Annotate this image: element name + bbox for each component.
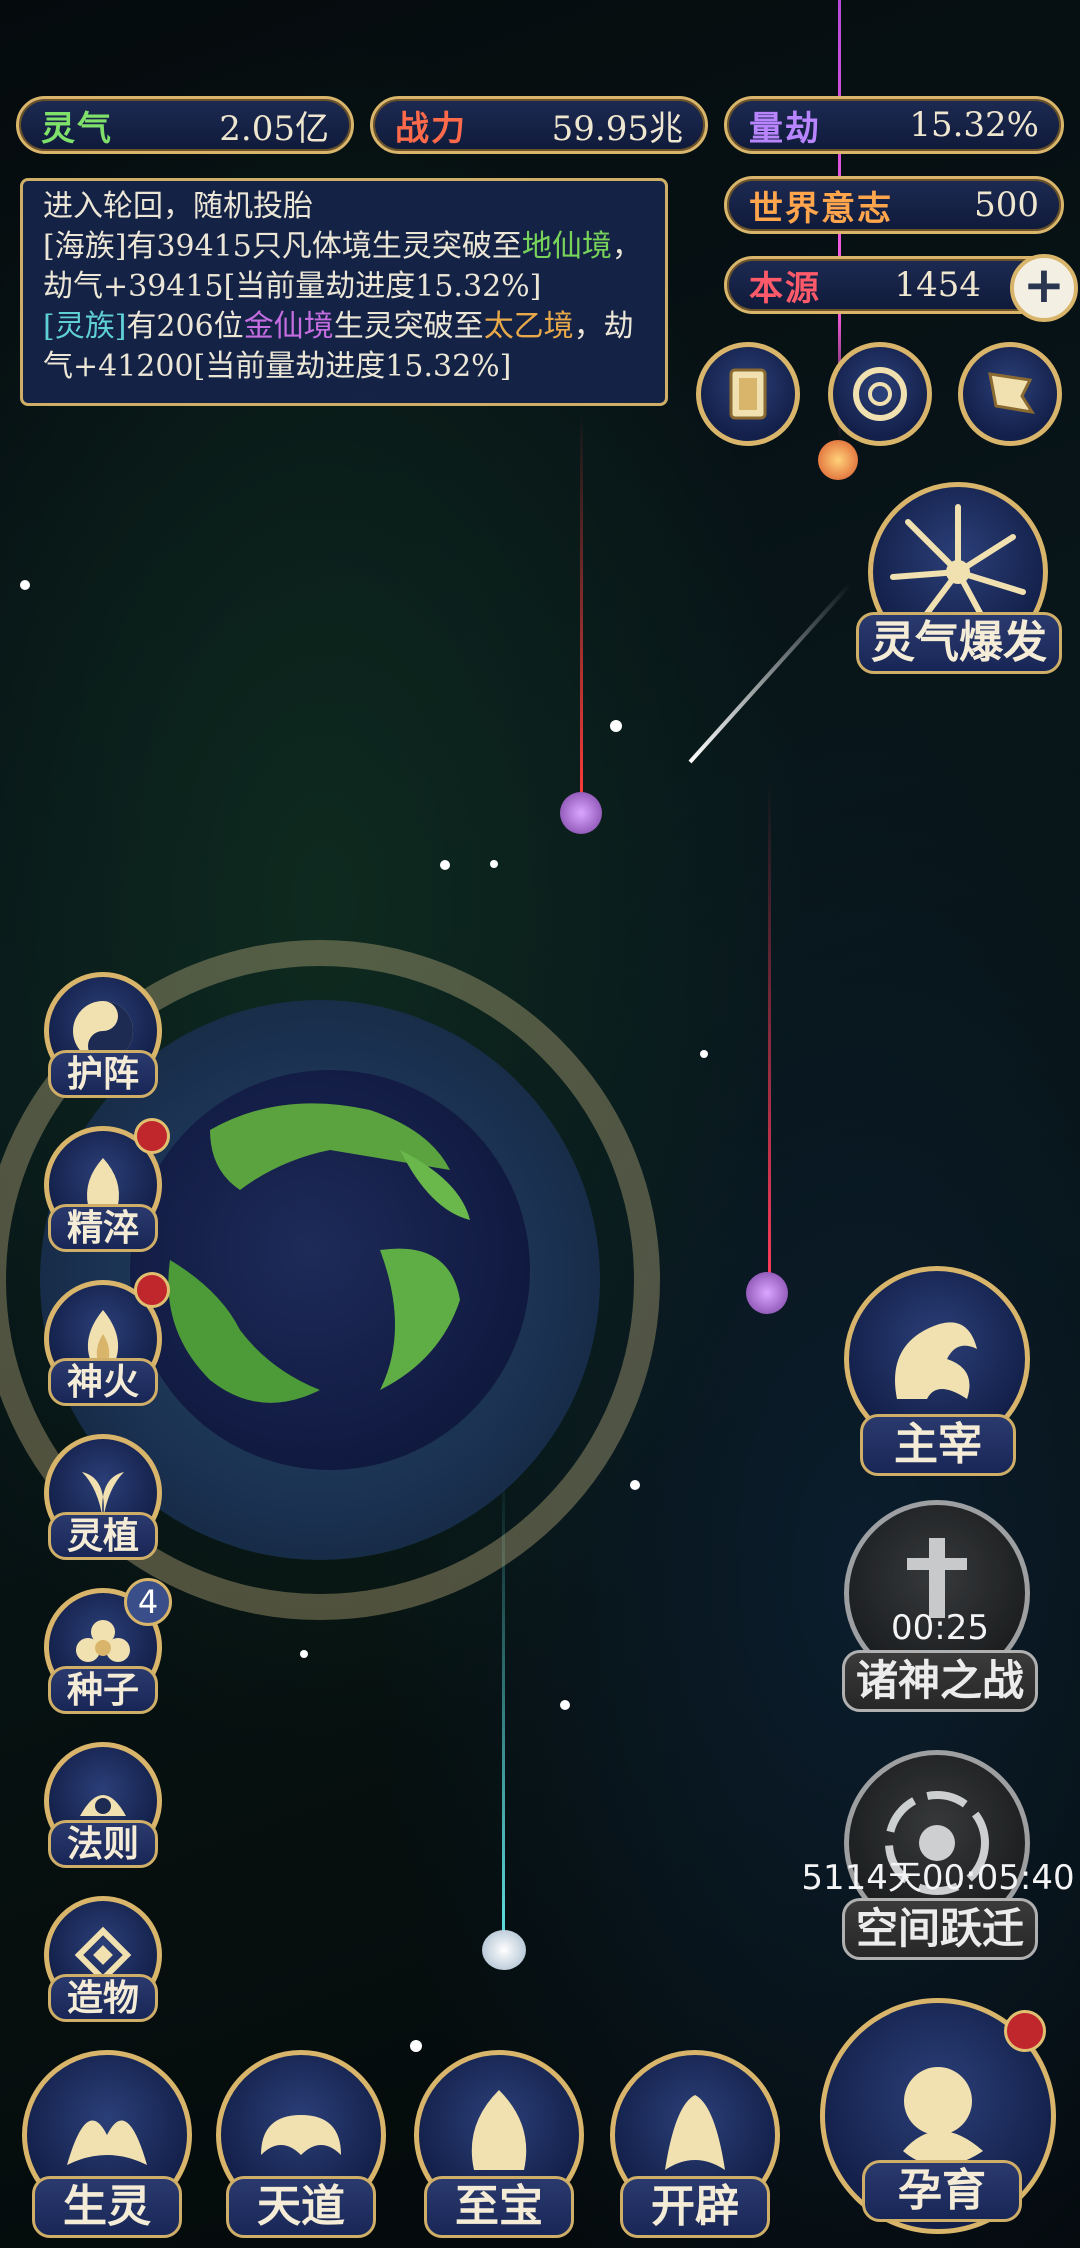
event-log: 进入轮回，随机投胎 [海族]有39415只凡体境生灵突破至地仙境，劫气+3941… [20, 178, 668, 406]
seed-label: 种子 [48, 1666, 158, 1714]
dragon-icon [895, 1322, 977, 1399]
space-jump-label: 空间跃迁 [842, 1898, 1038, 1960]
war-of-gods-label: 诸神之战 [842, 1650, 1038, 1712]
notification-dot [1004, 2010, 1046, 2052]
white-orb[interactable] [482, 1930, 526, 1970]
notification-dot [134, 1118, 170, 1154]
purple-orb[interactable] [560, 792, 602, 834]
divine-fire-label: 神火 [48, 1358, 158, 1406]
star [560, 1700, 570, 1710]
war-of-gods-timer: 00:25 [891, 1608, 989, 1648]
liangjie-pill[interactable]: 量劫 15.32% [724, 96, 1064, 154]
nav-living-label: 生灵 [32, 2176, 182, 2238]
space-jump-timer: 5114天00:05:40 [801, 1858, 1075, 1898]
star [700, 1050, 708, 1058]
realm-text: 地仙境 [521, 229, 612, 264]
red-beam-2 [768, 780, 771, 1280]
zhanli-pill[interactable]: 战力 59.95兆 [370, 96, 708, 154]
liangjie-value: 15.32% [909, 105, 1039, 145]
nav-nurture-label: 孕育 [862, 2160, 1022, 2222]
fire-orb[interactable] [818, 440, 858, 480]
add-benyuan-button[interactable]: + [1010, 254, 1078, 322]
log-entry-2: [灵族]有206位金仙境生灵突破至太乙境，劫气+41200[当前量劫进度15.3… [43, 307, 645, 387]
log-text: 有206位 [126, 309, 244, 344]
star [610, 720, 622, 732]
log-text: [海族]有39415只凡体境生灵突破至 [43, 229, 522, 264]
zhanli-label: 战力 [395, 108, 467, 149]
red-beam-1 [580, 410, 583, 800]
portal-icon-button[interactable] [828, 342, 932, 446]
zhanli-value: 59.95兆 [551, 108, 683, 149]
continents [168, 1103, 470, 1403]
nav-create-label: 开辟 [620, 2176, 770, 2238]
law-label: 法则 [48, 1820, 158, 1868]
master-label: 主宰 [860, 1414, 1016, 1476]
refine-label: 精淬 [48, 1204, 158, 1252]
flag-icon [988, 372, 1036, 415]
log-text: 生灵突破至 [333, 309, 484, 344]
lingqi-value: 2.05亿 [219, 108, 329, 149]
aura-burst-label: 灵气爆发 [856, 612, 1062, 674]
purple-orb[interactable] [746, 1272, 788, 1314]
seed-count-badge: 4 [124, 1578, 172, 1626]
card-icon [729, 368, 767, 420]
flag-icon-button[interactable] [958, 342, 1062, 446]
planet[interactable] [130, 1070, 530, 1470]
meteor-trail [688, 582, 853, 764]
portal-icon [853, 367, 907, 421]
log-line: 进入轮回，随机投胎 [43, 189, 313, 224]
shijie-value: 500 [974, 185, 1039, 225]
star [630, 1480, 640, 1490]
guard-array-label: 护阵 [48, 1050, 158, 1098]
race-text: [灵族] [43, 309, 127, 344]
creation-label: 造物 [48, 1974, 158, 2022]
liangjie-label: 量劫 [749, 108, 821, 149]
star [410, 2040, 422, 2052]
notification-dot [134, 1272, 170, 1308]
benyuan-value: 1454 [894, 265, 981, 305]
shijie-pill[interactable]: 世界意志 500 [724, 176, 1064, 234]
shijie-label: 世界意志 [749, 188, 893, 229]
log-entry-1: [海族]有39415只凡体境生灵突破至地仙境，劫气+39415[当前量劫进度15… [43, 227, 645, 307]
spirit-plant-label: 灵植 [48, 1512, 158, 1560]
benyuan-label: 本源 [749, 268, 821, 309]
lingqi-label: 灵气 [41, 108, 113, 149]
realm-text: 太乙境 [483, 309, 574, 344]
star [300, 1650, 308, 1658]
lingqi-pill[interactable]: 灵气 2.05亿 [16, 96, 354, 154]
star [440, 860, 450, 870]
star [20, 580, 30, 590]
star [490, 860, 498, 868]
realm-text: 金仙境 [243, 309, 334, 344]
nav-heaven-label: 天道 [226, 2176, 376, 2238]
nav-treasure-label: 至宝 [424, 2176, 574, 2238]
card-icon-button[interactable] [696, 342, 800, 446]
